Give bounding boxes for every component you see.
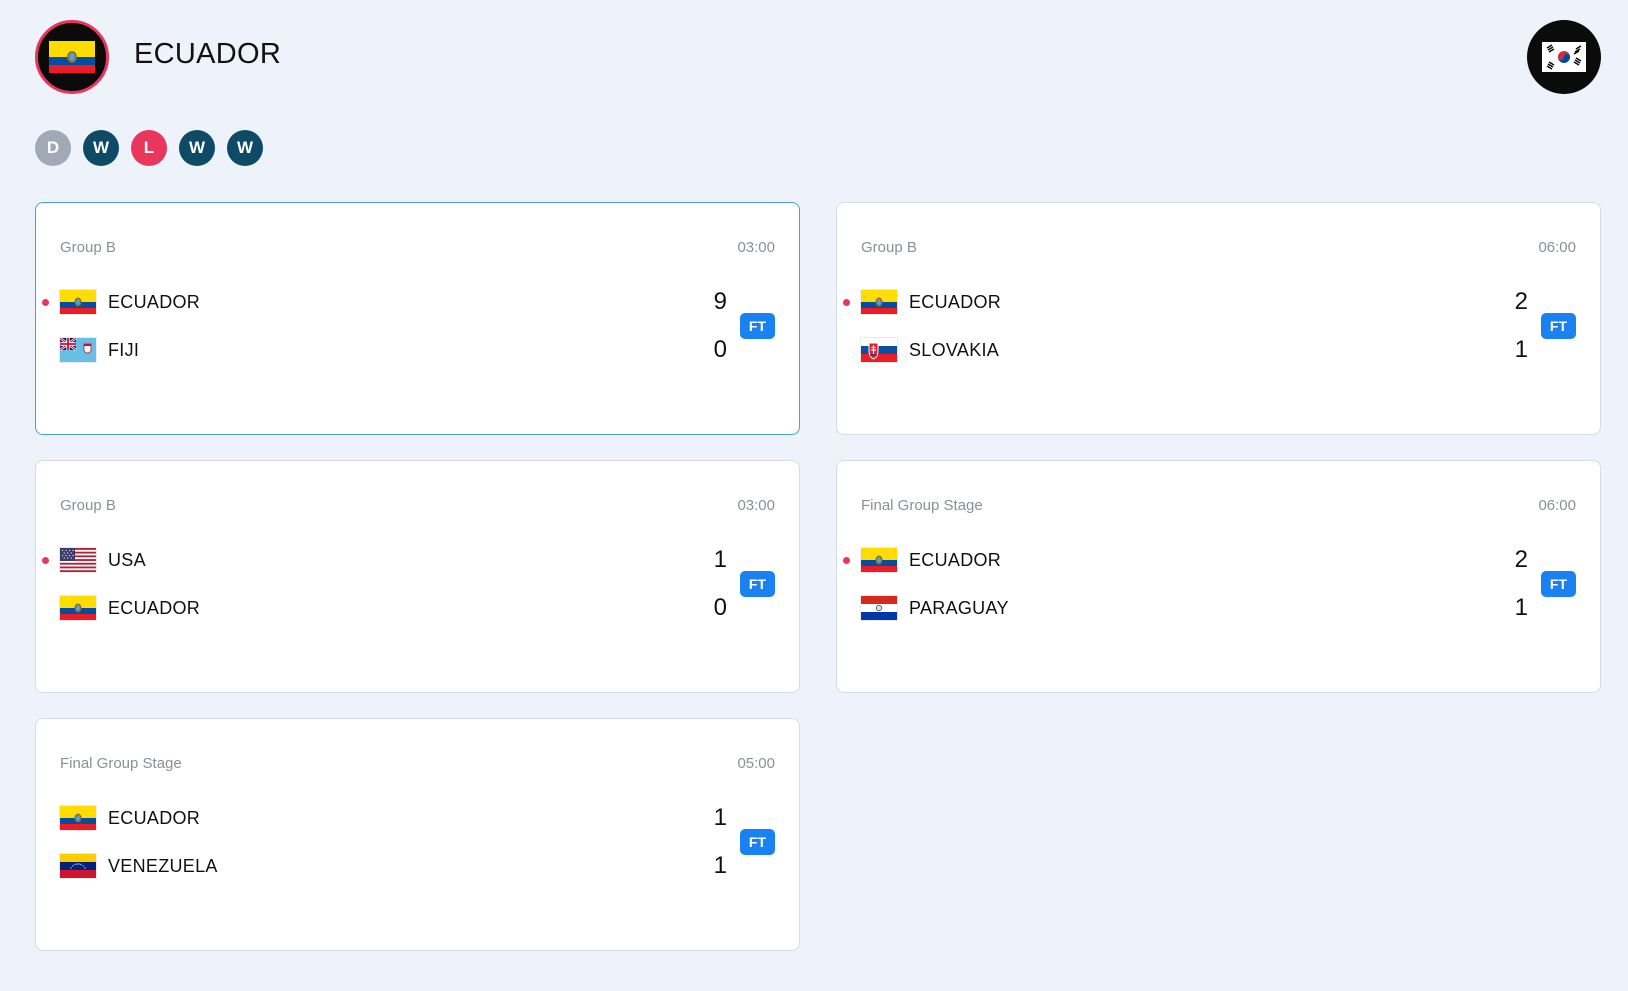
team-name: ECUADOR <box>134 38 282 70</box>
team-name-label: ECUADOR <box>909 549 1002 570</box>
ecuador-flag-icon <box>60 290 96 314</box>
form-guide: D W L W W <box>35 130 263 166</box>
winner-dot-icon <box>843 556 850 564</box>
score: 0 <box>713 336 727 363</box>
match-card[interactable]: Final Group Stage 05:00 ECUADOR 1 VENEZU… <box>35 718 800 951</box>
away-team-row: SLOVAKIA 1 <box>837 335 1600 365</box>
form-pill-win: W <box>179 130 215 166</box>
match-time: 03:00 <box>737 239 775 256</box>
match-stage: Final Group Stage <box>60 755 182 772</box>
full-time-badge: FT <box>1540 313 1576 339</box>
full-time-badge: FT <box>1540 571 1576 597</box>
score: 9 <box>713 288 727 315</box>
match-card[interactable]: Final Group Stage 06:00 ECUADOR 2 PARAGU… <box>836 460 1601 693</box>
form-pill-win: W <box>227 130 263 166</box>
score: 1 <box>1514 594 1528 621</box>
team-name-label: USA <box>108 549 146 570</box>
match-time: 05:00 <box>737 755 775 772</box>
winner-dot-icon <box>843 298 850 306</box>
paraguay-flag-icon <box>861 596 897 620</box>
match-stage: Group B <box>60 239 116 256</box>
home-team-row: ECUADOR 2 <box>837 287 1600 317</box>
match-time: 06:00 <box>1538 497 1576 514</box>
score: 1 <box>713 804 727 831</box>
winner-dot-icon <box>42 556 49 564</box>
form-pill-draw: D <box>35 130 71 166</box>
ecuador-flag-icon <box>861 290 897 314</box>
score: 0 <box>713 594 727 621</box>
away-team-row: VENEZUELA 1 <box>36 851 799 881</box>
score: 1 <box>1514 336 1528 363</box>
form-pill-win: W <box>83 130 119 166</box>
away-team-row: FIJI 0 <box>36 335 799 365</box>
team-name-label: SLOVAKIA <box>909 339 1000 360</box>
home-team-row: USA 1 <box>36 545 799 575</box>
score: 2 <box>1514 288 1528 315</box>
team-name-label: ECUADOR <box>909 291 1002 312</box>
opponent-logo[interactable] <box>1527 20 1601 94</box>
ecuador-flag-icon <box>861 548 897 572</box>
form-pill-loss: L <box>131 130 167 166</box>
score: 1 <box>713 546 727 573</box>
score: 1 <box>713 852 727 879</box>
match-stage: Group B <box>60 497 116 514</box>
match-card[interactable]: Group B 06:00 ECUADOR 2 SLOVAKIA 1 FT <box>836 202 1601 435</box>
away-team-row: ECUADOR 0 <box>36 593 799 623</box>
page: ECUADOR D W L W W Group B 03:00 ECUADOR … <box>0 0 1628 991</box>
away-team-row: PARAGUAY 1 <box>837 593 1600 623</box>
full-time-badge: FT <box>739 829 775 855</box>
home-team-row: ECUADOR 9 <box>36 287 799 317</box>
match-stage: Group B <box>861 239 917 256</box>
full-time-badge: FT <box>739 313 775 339</box>
home-team-row: ECUADOR 2 <box>837 545 1600 575</box>
team-name-label: ECUADOR <box>108 291 201 312</box>
score: 2 <box>1514 546 1528 573</box>
team-name-label: ECUADOR <box>108 597 201 618</box>
match-time: 06:00 <box>1538 239 1576 256</box>
team-name-label: ECUADOR <box>108 807 201 828</box>
home-team-row: ECUADOR 1 <box>36 803 799 833</box>
full-time-badge: FT <box>739 571 775 597</box>
usa-flag-icon <box>60 548 96 572</box>
match-stage: Final Group Stage <box>861 497 983 514</box>
winner-dot-icon <box>42 298 49 306</box>
team-logo[interactable] <box>35 20 109 94</box>
ecuador-flag-icon <box>60 596 96 620</box>
fiji-flag-icon <box>60 338 96 362</box>
team-name-label: VENEZUELA <box>108 855 218 876</box>
slovakia-flag-icon <box>861 338 897 362</box>
ecuador-flag-icon <box>60 806 96 830</box>
match-card[interactable]: Group B 03:00 USA 1 ECUADOR 0 FT <box>35 460 800 693</box>
team-name-label: FIJI <box>108 339 140 360</box>
match-time: 03:00 <box>737 497 775 514</box>
south-korea-flag-icon <box>1542 42 1586 72</box>
team-name-label: PARAGUAY <box>909 597 1009 618</box>
ecuador-flag-icon <box>49 41 95 73</box>
venezuela-flag-icon <box>60 854 96 878</box>
match-card[interactable]: Group B 03:00 ECUADOR 9 FIJI 0 FT <box>35 202 800 435</box>
